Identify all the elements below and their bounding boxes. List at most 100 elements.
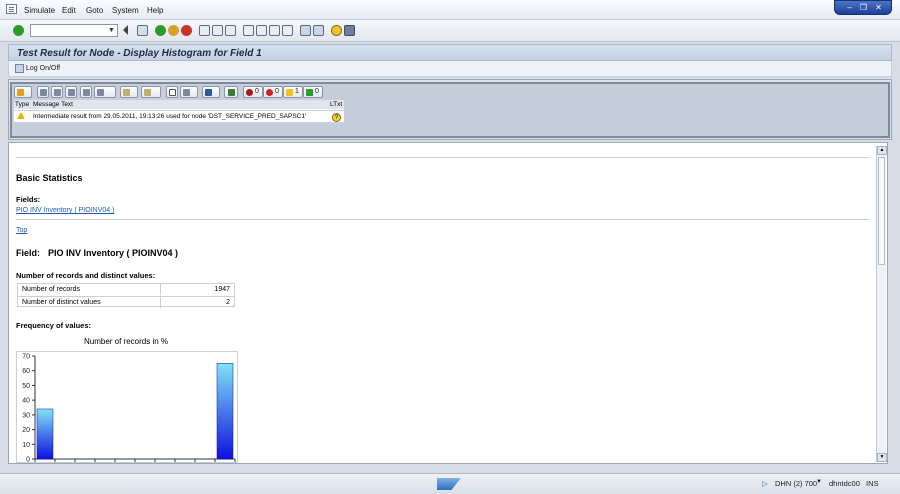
previous-page-icon[interactable] [256, 25, 267, 36]
records-heading: Number of records and distinct values: [16, 271, 156, 280]
scroll-down-icon[interactable]: ▼ [877, 453, 887, 462]
fields-label: Fields: [16, 195, 41, 204]
chevron-down-icon[interactable]: ▼ [107, 26, 116, 35]
y-tick-label: 30 [22, 412, 30, 419]
word-button[interactable] [202, 86, 220, 98]
close-icon[interactable]: ✕ [872, 3, 885, 13]
chart-title: Number of records in % [84, 337, 169, 346]
new-session-icon[interactable] [300, 25, 311, 36]
application-toolbar: Log On/Off [8, 61, 892, 77]
cancel-icon[interactable] [181, 25, 192, 36]
system-menu-icon[interactable] [6, 4, 17, 14]
error-count: 0 [275, 88, 279, 95]
print-icon[interactable] [199, 25, 210, 36]
layout-icon [123, 89, 130, 96]
graphic-icon [183, 89, 190, 96]
command-field[interactable]: ▼ [30, 24, 118, 37]
total-icon [97, 89, 104, 96]
layout-menu-icon[interactable] [344, 25, 355, 36]
back-triangle-icon[interactable] [123, 25, 128, 35]
stat-value: 2 [226, 299, 230, 306]
stop-count: 0 [255, 88, 259, 95]
title-bar: Test Result for Node - Display Histogram… [8, 44, 892, 61]
shortcut-icon[interactable] [313, 25, 324, 36]
find-icon[interactable] [212, 25, 223, 36]
field-link[interactable]: PIO INV Inventory ( PIOINV04 ) [16, 207, 114, 214]
filter-button[interactable] [51, 86, 63, 98]
column-ltxt[interactable]: LTxt [330, 101, 342, 108]
exit-icon[interactable] [168, 25, 179, 36]
export-button[interactable] [141, 86, 161, 98]
print-log-button[interactable] [37, 86, 49, 98]
system-info[interactable]: DHN (2) 700 [775, 479, 817, 488]
export-icon [144, 89, 151, 96]
histogram-bar [216, 363, 234, 460]
system-dropdown-icon[interactable]: ▼ [816, 479, 822, 485]
stat-value: 1947 [214, 286, 230, 293]
warning-icon [286, 89, 293, 96]
error-icon [266, 89, 273, 96]
insert-mode[interactable]: INS [866, 479, 879, 488]
success-icon [306, 89, 313, 96]
sap-logo [437, 478, 461, 490]
warning-filter-button[interactable]: 1 [283, 86, 303, 98]
sort-button[interactable] [80, 86, 92, 98]
find-next-icon[interactable] [225, 25, 236, 36]
next-page-icon[interactable] [269, 25, 280, 36]
menu-bar: Simulate Edit Goto System Help [0, 0, 900, 20]
details-button[interactable] [14, 86, 32, 98]
sort-icon [83, 89, 90, 96]
warning-count: 1 [295, 88, 299, 95]
help-icon[interactable] [331, 25, 342, 36]
menu-help[interactable]: Help [147, 6, 163, 15]
enter-icon[interactable] [13, 25, 24, 36]
log-row[interactable]: Intermediate result from 29.05.2011, 19:… [14, 110, 344, 122]
menu-system[interactable]: System [112, 6, 139, 15]
restore-icon[interactable]: ❐ [857, 3, 870, 13]
scroll-up-icon[interactable]: ▲ [877, 146, 887, 155]
y-tick-label: 0 [26, 457, 30, 464]
menu-simulate[interactable]: Simulate [24, 6, 55, 15]
long-text-icon[interactable]: ? [332, 113, 341, 122]
success-filter-button[interactable]: 0 [303, 86, 323, 98]
spreadsheet-icon [228, 89, 235, 96]
menu-edit[interactable]: Edit [62, 6, 76, 15]
back-icon[interactable] [155, 25, 166, 36]
word-icon [205, 89, 212, 96]
divider [16, 157, 870, 158]
frequency-heading: Frequency of values: [16, 321, 92, 330]
log-icon [15, 64, 24, 73]
document-button[interactable] [166, 86, 178, 98]
table-row: Number of distinct values 2 [18, 296, 234, 308]
first-page-icon[interactable] [243, 25, 254, 36]
warning-triangle-icon [17, 112, 25, 119]
section-heading: Basic Statistics [16, 173, 83, 183]
status-bar: ▷ DHN (2) 700 ▼ dhntdc00 INS [0, 473, 900, 494]
error-filter-button[interactable]: 0 [263, 86, 283, 98]
find-log-button[interactable] [65, 86, 77, 98]
stop-filter-button[interactable]: 0 [243, 86, 263, 98]
spreadsheet-button[interactable] [224, 86, 238, 98]
column-type[interactable]: Type [15, 101, 29, 108]
vertical-scrollbar[interactable]: ▲ ▼ [876, 146, 887, 462]
total-button[interactable] [94, 86, 116, 98]
find-icon [68, 89, 75, 96]
page-title: Test Result for Node - Display Histogram… [17, 48, 262, 59]
menu-goto[interactable]: Goto [86, 6, 103, 15]
server-name: dhntdc00 [829, 479, 860, 488]
log-on-off-button[interactable]: Log On/Off [26, 65, 60, 72]
divider [16, 219, 870, 220]
last-page-icon[interactable] [282, 25, 293, 36]
field-title-prefix: Field: [16, 248, 40, 258]
top-link[interactable]: Top [16, 227, 27, 234]
status-expand-icon[interactable]: ▷ [762, 479, 768, 488]
document-icon [169, 89, 176, 96]
graphic-button[interactable] [180, 86, 198, 98]
save-icon[interactable] [137, 25, 148, 36]
minimize-icon[interactable]: – [843, 3, 856, 13]
column-message-text[interactable]: Message Text [33, 101, 73, 108]
layout-button[interactable] [120, 86, 138, 98]
stat-label: Number of records [18, 284, 161, 295]
success-count: 0 [315, 88, 319, 95]
scroll-thumb[interactable] [878, 157, 885, 265]
